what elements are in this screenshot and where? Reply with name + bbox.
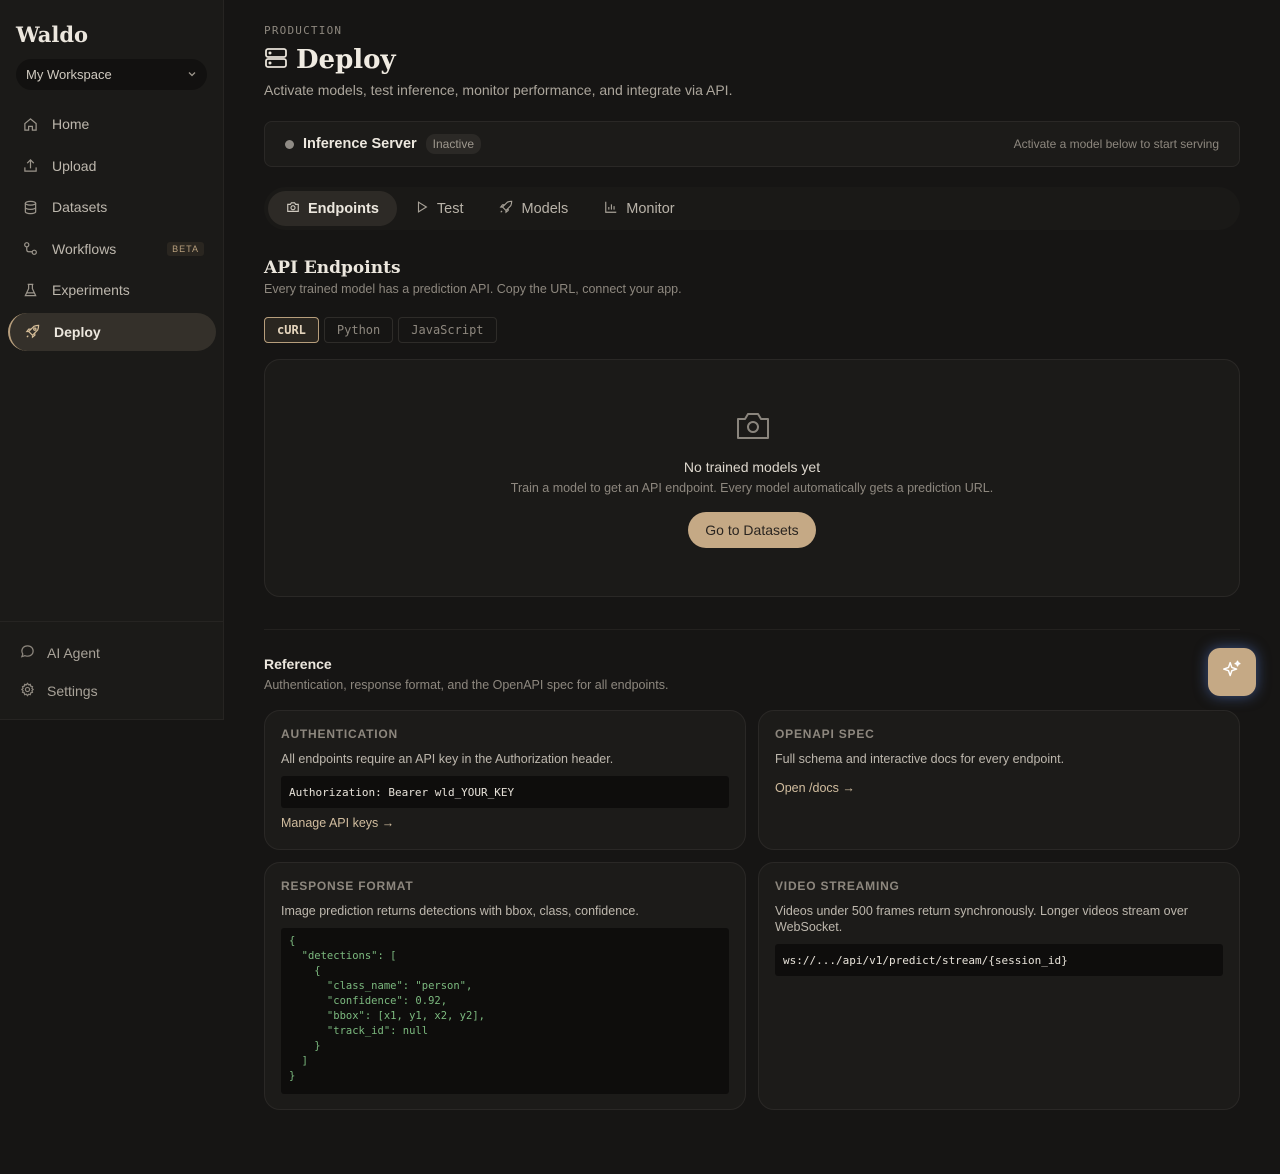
sidebar-item-workflows[interactable]: Workflows BETA bbox=[8, 230, 216, 268]
stream-url-code[interactable]: ws://.../api/v1/predict/stream/{session_… bbox=[775, 944, 1223, 976]
sidebar-item-deploy[interactable]: Deploy bbox=[8, 312, 216, 351]
chat-icon bbox=[20, 644, 35, 662]
deploy-tabs: Endpoints Test Models Monitor bbox=[264, 187, 1240, 230]
page-subtitle: Activate models, test inference, monitor… bbox=[264, 82, 733, 98]
lang-tab-curl[interactable]: cURL bbox=[264, 317, 319, 343]
upload-icon bbox=[22, 158, 38, 174]
card-label: AUTHENTICATION bbox=[281, 727, 398, 741]
server-name: Inference Server bbox=[303, 136, 417, 152]
card-label: OPENAPI SPEC bbox=[775, 727, 875, 741]
sidebar-item-label: AI Agent bbox=[47, 645, 100, 661]
tab-endpoints[interactable]: Endpoints bbox=[268, 191, 397, 226]
sidebar-item-label: Home bbox=[52, 116, 90, 132]
workspace-name: My Workspace bbox=[26, 67, 112, 82]
lang-tab-python[interactable]: Python bbox=[323, 317, 394, 343]
sidebar-item-upload[interactable]: Upload bbox=[8, 147, 216, 185]
api-endpoints-subtitle: Every trained model has a prediction API… bbox=[264, 282, 682, 296]
server-hint: Activate a model below to start serving bbox=[1013, 137, 1219, 151]
page-header: Deploy bbox=[264, 45, 396, 75]
sidebar-nav: Home Upload Datasets Workflows BETA Expe… bbox=[8, 105, 216, 354]
tab-test[interactable]: Test bbox=[397, 191, 482, 226]
server-icon bbox=[264, 46, 288, 75]
reference-title: Reference bbox=[264, 656, 332, 672]
bar-chart-icon bbox=[604, 200, 618, 218]
video-streaming-card: VIDEO STREAMING Videos under 500 frames … bbox=[758, 862, 1240, 1110]
status-dot bbox=[285, 139, 294, 149]
brand-logo[interactable]: Waldo bbox=[16, 22, 88, 47]
empty-state-card: No trained models yet Train a model to g… bbox=[264, 359, 1240, 597]
inference-server-bar: Inference Server Inactive Activate a mod… bbox=[264, 121, 1240, 167]
auth-code[interactable]: Authorization: Bearer wld_YOUR_KEY bbox=[281, 776, 729, 808]
reference-subtitle: Authentication, response format, and the… bbox=[264, 678, 669, 692]
sidebar-item-label: Experiments bbox=[52, 282, 130, 298]
rocket-icon bbox=[499, 200, 513, 218]
openapi-card: OPENAPI SPEC Full schema and interactive… bbox=[758, 710, 1240, 850]
sidebar-item-label: Settings bbox=[47, 683, 98, 699]
sidebar-item-experiments[interactable]: Experiments bbox=[8, 271, 216, 309]
section-divider bbox=[264, 629, 1240, 630]
sidebar-item-label: Datasets bbox=[52, 199, 108, 215]
beta-badge: BETA bbox=[167, 241, 204, 256]
sparkle-icon bbox=[1221, 659, 1243, 686]
sidebar-item-datasets[interactable]: Datasets bbox=[8, 188, 216, 226]
workflow-icon bbox=[22, 241, 38, 257]
empty-state-title: No trained models yet bbox=[683, 459, 821, 475]
chevron-down-icon bbox=[187, 67, 197, 82]
ai-assistant-button[interactable] bbox=[1208, 648, 1256, 696]
sidebar-item-home[interactable]: Home bbox=[8, 105, 216, 143]
status-badge: Inactive bbox=[425, 134, 482, 154]
gear-icon bbox=[20, 682, 35, 700]
tab-label: Test bbox=[436, 200, 464, 217]
go-to-datasets-button[interactable]: Go to Datasets bbox=[688, 512, 816, 548]
sidebar-item-settings[interactable]: Settings bbox=[0, 672, 223, 710]
response-code-block[interactable]: { "detections": [ { "class_name": "perso… bbox=[281, 928, 729, 1094]
sidebar-item-label: Workflows bbox=[52, 240, 117, 257]
open-docs-link[interactable]: Open /docs → bbox=[775, 781, 1223, 795]
camera-icon bbox=[735, 410, 771, 447]
tab-label: Models bbox=[521, 200, 569, 217]
card-text: Image prediction returns detections with… bbox=[281, 904, 639, 918]
authentication-card: AUTHENTICATION All endpoints require an … bbox=[264, 710, 746, 850]
page-title: Deploy bbox=[296, 45, 396, 75]
card-text: Videos under 500 frames return synchrono… bbox=[775, 904, 1188, 934]
language-tabs: cURL Python JavaScript bbox=[264, 317, 497, 343]
empty-state-subtitle: Train a model to get an API endpoint. Ev… bbox=[510, 481, 994, 495]
flask-icon bbox=[22, 282, 38, 298]
sidebar: Waldo My Workspace Home Upload Datasets bbox=[0, 0, 224, 720]
tab-label: Endpoints bbox=[308, 200, 379, 217]
lang-tab-javascript[interactable]: JavaScript bbox=[398, 317, 497, 343]
tab-monitor[interactable]: Monitor bbox=[586, 191, 692, 226]
card-label: VIDEO STREAMING bbox=[775, 879, 900, 893]
page-eyebrow: PRODUCTION bbox=[264, 24, 343, 37]
sidebar-item-ai-agent[interactable]: AI Agent bbox=[0, 634, 223, 672]
home-icon bbox=[22, 116, 38, 132]
play-icon bbox=[415, 200, 429, 218]
manage-api-keys-link[interactable]: Manage API keys → bbox=[281, 816, 729, 830]
api-endpoints-title: API Endpoints bbox=[264, 258, 401, 278]
sidebar-item-label: Deploy bbox=[54, 323, 101, 340]
database-icon bbox=[22, 199, 38, 215]
tab-models[interactable]: Models bbox=[481, 191, 586, 226]
tab-label: Monitor bbox=[626, 200, 675, 217]
rocket-icon bbox=[24, 324, 40, 340]
card-text: All endpoints require an API key in the … bbox=[281, 752, 614, 766]
response-format-card: RESPONSE FORMAT Image prediction returns… bbox=[264, 862, 746, 1110]
card-text: Full schema and interactive docs for eve… bbox=[775, 752, 1065, 766]
camera-icon bbox=[286, 200, 300, 218]
sidebar-item-label: Upload bbox=[52, 157, 97, 174]
card-label: RESPONSE FORMAT bbox=[281, 879, 414, 893]
sidebar-footer: AI Agent Settings bbox=[0, 621, 223, 710]
workspace-selector[interactable]: My Workspace bbox=[16, 59, 207, 90]
